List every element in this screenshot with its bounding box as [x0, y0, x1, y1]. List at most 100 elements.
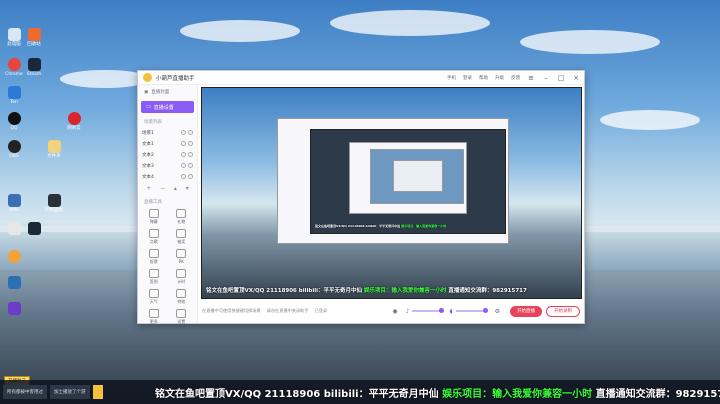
live-preview[interactable]: 铭文在鱼吧置顶VX/QQ 21118906 bilibili：平平无奇月中仙 娱…	[201, 87, 582, 299]
maximize-icon[interactable]: □	[557, 74, 565, 82]
tool-icon	[176, 229, 187, 238]
tool-item[interactable]: 更多	[140, 309, 168, 325]
app-logo-icon[interactable]	[92, 385, 103, 399]
tools-title: 直播工具	[144, 200, 162, 205]
recycle-icon	[27, 28, 41, 41]
app-icon	[7, 86, 21, 99]
nested-preview: 铭文在鱼吧置顶VX/QQ 21118906 bilibili：平平无奇月中仙 娱…	[310, 129, 506, 234]
mic-icon[interactable]: ♪	[406, 308, 410, 315]
speaker-volume-slider[interactable]	[455, 308, 488, 313]
desktop-icon[interactable]	[0, 302, 32, 332]
tool-icon	[148, 209, 159, 218]
lock-icon[interactable]	[188, 174, 193, 179]
image-icon: ▣	[144, 89, 149, 95]
source-item[interactable]: 文本3	[138, 160, 197, 171]
source-item[interactable]: 文本4	[138, 171, 197, 182]
lock-icon[interactable]	[188, 152, 193, 157]
eye-icon[interactable]	[181, 130, 186, 135]
qq-icon	[7, 112, 21, 125]
eye-icon[interactable]	[181, 174, 186, 179]
header-link[interactable]: 帮助	[479, 75, 488, 81]
marquee-green: 娱乐项目：输入我爱你兼容一小时	[442, 389, 593, 400]
source-item[interactable]: 场景1	[138, 127, 197, 138]
tool-item[interactable]: 天气	[140, 289, 168, 305]
monitor-icon: ▭	[146, 104, 151, 110]
header-link[interactable]: 升级	[495, 75, 504, 81]
desktop-icon[interactable]	[16, 222, 52, 252]
eye-icon[interactable]	[181, 163, 186, 168]
tool-item[interactable]: 弹幕	[140, 209, 168, 225]
tool-item[interactable]: 设置	[168, 309, 196, 325]
desktop-icon[interactable]: 回收站	[16, 28, 52, 58]
menu-icon[interactable]: ≡	[527, 74, 535, 82]
desktop-icon[interactable]: QQ	[0, 112, 32, 142]
bottom-bar: 在直播中可使用快捷键切换场景 请勿在直播中关闭助手 已登录 ◉ ♪ ◖ ⚙ 开始…	[198, 299, 584, 323]
start-live-button[interactable]: 开始直播	[510, 305, 542, 317]
tool-item[interactable]: 计时	[168, 269, 196, 285]
settings-icon[interactable]: ⚙	[495, 308, 500, 315]
tab-live-settings[interactable]: ▭ 直播设置	[141, 101, 194, 113]
minimize-icon[interactable]: –	[542, 74, 550, 82]
desktop-icon[interactable]: Steam	[16, 58, 52, 88]
speaker-icon[interactable]: ◖	[449, 308, 452, 315]
tool-item[interactable]: 签到	[140, 269, 168, 285]
marquee-green: 娱乐项目：输入我爱你兼容一小时	[363, 288, 447, 294]
start-record-button[interactable]: 开始录制	[546, 305, 580, 317]
up-icon[interactable]: ▴	[174, 185, 177, 192]
desktop-icon[interactable]: 控制面板	[36, 194, 72, 224]
marquee-yellow: 直播通知交流群：982915717	[448, 288, 527, 294]
sidebar: ▣ 直播封面 ▭ 直播设置 场景列表 场景1 文本1 文本2 文本3 文本4 + − ▴…	[138, 85, 198, 324]
obs-icon	[7, 140, 21, 153]
source-item[interactable]: 文本1	[138, 138, 197, 149]
live-cover[interactable]: ▣ 直播封面	[138, 85, 197, 99]
close-icon[interactable]: ×	[572, 74, 580, 82]
info-text: 请勿在直播中关闭助手	[266, 308, 309, 313]
add-icon[interactable]: +	[146, 185, 151, 192]
tool-item[interactable]: 礼物	[168, 209, 196, 225]
app-icon	[7, 302, 21, 315]
title-bar: 小葫芦直播助手 手机 登录 帮助 升级 反馈 ≡ – □ ×	[138, 71, 584, 85]
remove-icon[interactable]: −	[160, 185, 165, 192]
tool-item[interactable]: 点歌	[140, 229, 168, 245]
taskbar-item[interactable]: 所有都被中客用过	[3, 385, 47, 399]
tool-icon	[148, 249, 159, 258]
cloud	[180, 20, 300, 42]
desktop-icon[interactable]: OBS	[0, 140, 32, 170]
folder-icon	[47, 140, 61, 153]
tool-item[interactable]: 特效	[168, 289, 196, 305]
marquee-yellow: 直播通知交流群：982915717	[595, 389, 720, 400]
nested-window	[393, 160, 443, 192]
taskbar-item[interactable]: 加土播放了个游	[50, 385, 90, 399]
lock-icon[interactable]	[188, 130, 193, 135]
app-icon	[7, 250, 21, 263]
tool-icon	[176, 289, 187, 298]
wps-icon	[7, 194, 21, 207]
desktop-icon[interactable]: 网易云	[56, 112, 92, 142]
eye-icon[interactable]	[181, 152, 186, 157]
lock-icon[interactable]	[188, 141, 193, 146]
tool-grid: 弹幕 礼物 点歌 抽奖 投票 PK 签到 计时 天气 特效 更多 设置	[138, 207, 197, 327]
camera-icon[interactable]: ◉	[392, 308, 397, 315]
desktop-icon[interactable]: WPS	[0, 194, 32, 224]
source-item[interactable]: 文本2	[138, 149, 197, 160]
source-controls: + − ▴ ▾	[138, 182, 197, 195]
tool-item[interactable]: PK	[168, 249, 196, 265]
screen-marquee: 铭文在鱼吧置顶VX/QQ 21118906 bilibili：平平无奇月中仙 娱…	[155, 385, 720, 400]
streaming-assistant-window: 小葫芦直播助手 手机 登录 帮助 升级 反馈 ≡ – □ × ▣ 直播封面 ▭ 直播…	[137, 70, 585, 324]
mic-volume-slider[interactable]	[412, 308, 445, 313]
cloud	[330, 10, 490, 36]
nested-marquee: 铭文在鱼吧置顶VX/QQ 21118906 bilibili：平平无奇月中仙 娱…	[315, 224, 447, 228]
lock-icon[interactable]	[188, 163, 193, 168]
eye-icon[interactable]	[181, 141, 186, 146]
desktop-icon[interactable]: 文件夹	[36, 140, 72, 170]
header-link[interactable]: 手机	[447, 75, 456, 81]
header-link[interactable]: 反馈	[511, 75, 520, 81]
tool-icon	[148, 269, 159, 278]
down-icon[interactable]: ▾	[186, 185, 189, 192]
music-icon	[67, 112, 81, 125]
header-link[interactable]: 登录	[463, 75, 472, 81]
steam-icon	[27, 58, 41, 71]
tool-item[interactable]: 投票	[140, 249, 168, 265]
tool-item[interactable]: 抽奖	[168, 229, 196, 245]
preview-marquee: 铭文在鱼吧置顶VX/QQ 21118906 bilibili：平平无奇月中仙 娱…	[206, 286, 581, 294]
